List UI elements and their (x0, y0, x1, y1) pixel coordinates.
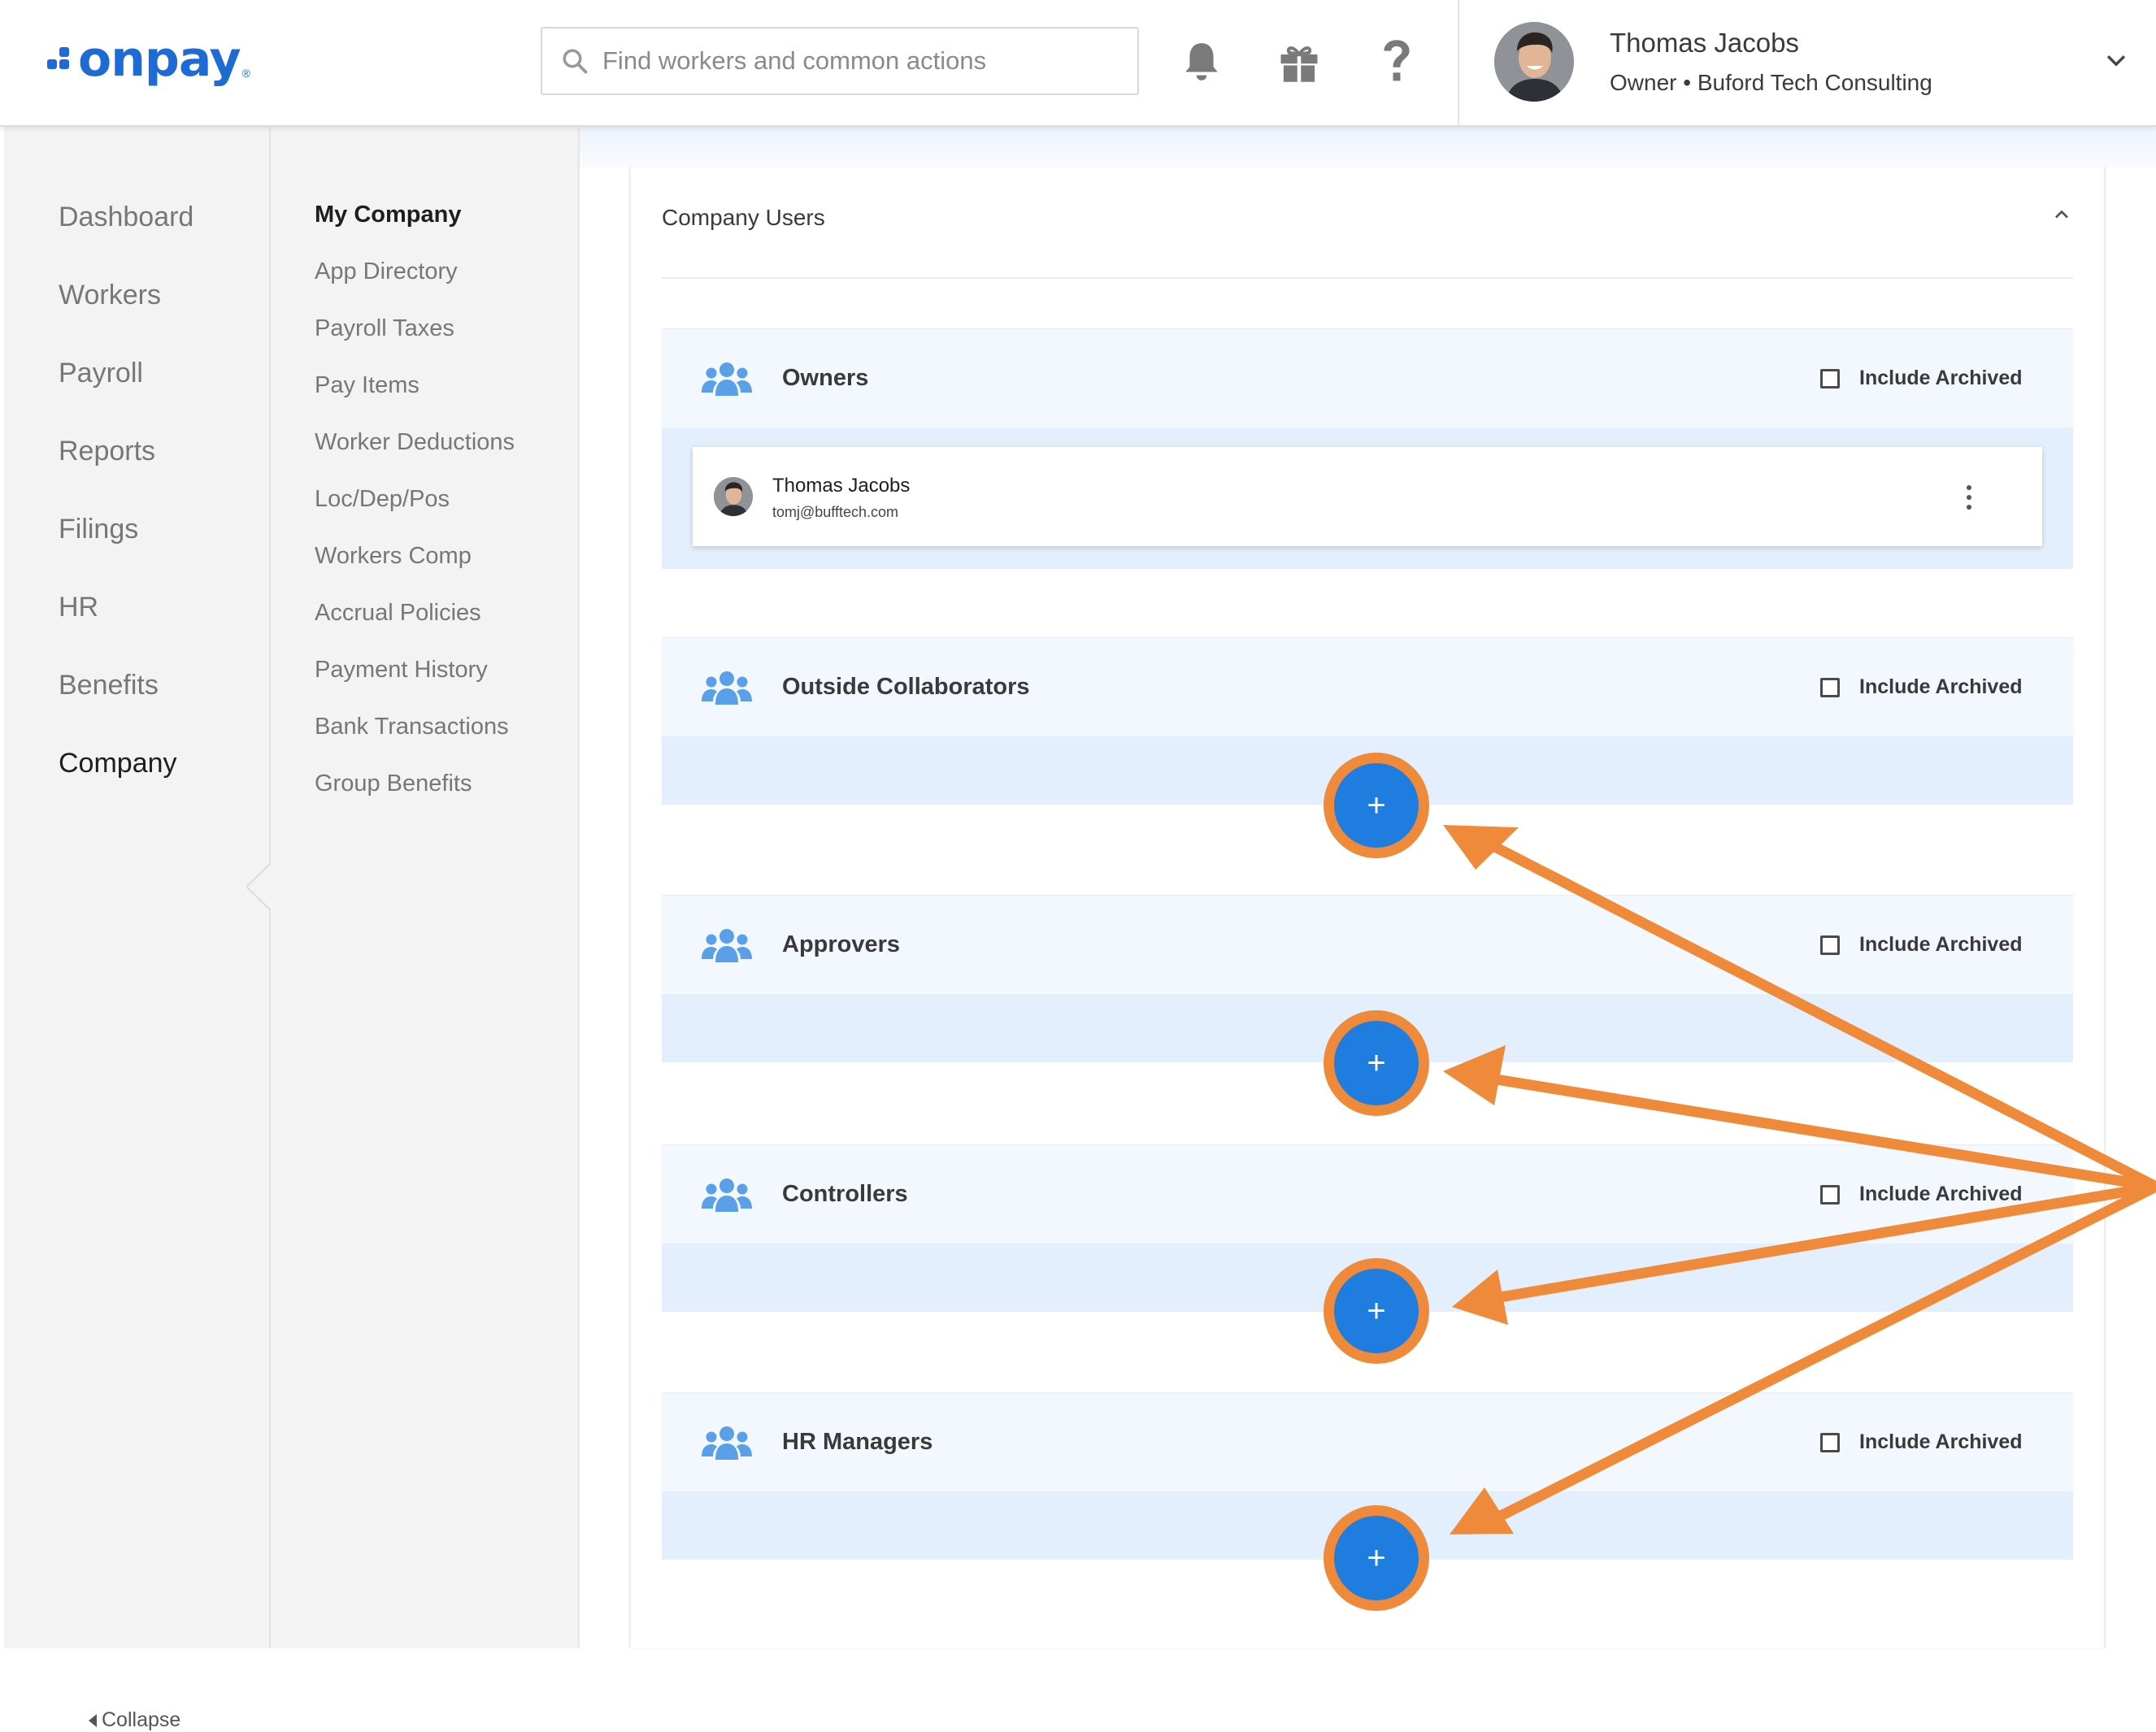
onpay-logo[interactable]: onpay ® (47, 31, 250, 88)
group-title: HR Managers (782, 1429, 933, 1455)
include-archived-toggle[interactable]: Include Archived (1820, 675, 2023, 699)
include-archived-label: Include Archived (1859, 1430, 2023, 1453)
subnav-item-payment-history[interactable]: Payment History (315, 657, 488, 684)
users-group-icon (702, 362, 752, 396)
subnav-item-accrual-policies[interactable]: Accrual Policies (315, 600, 481, 627)
user-card[interactable]: Thomas Jacobs tomj@bufftech.com (693, 447, 2042, 546)
panel-title: Company Users (662, 205, 825, 230)
user-photo-icon (714, 477, 753, 516)
include-archived-label: Include Archived (1859, 675, 2023, 698)
top-header: onpay ® Find workers and common actions … (0, 0, 2156, 127)
include-archived-toggle[interactable]: Include Archived (1820, 1183, 2023, 1206)
users-group-icon (702, 1426, 752, 1460)
header-divider (1458, 0, 1459, 125)
subnav-item-payroll-taxes[interactable]: Payroll Taxes (315, 315, 454, 342)
add-controller-button[interactable]: + (1324, 1258, 1429, 1364)
include-archived-label: Include Archived (1859, 1183, 2023, 1205)
nav-item-filings[interactable]: Filings (59, 514, 138, 545)
include-archived-toggle[interactable]: Include Archived (1820, 367, 2023, 390)
group-header: Controllers Include Archived (662, 1144, 2073, 1244)
user-photo-icon (1494, 22, 1574, 102)
group-header: HR Managers Include Archived (662, 1392, 2073, 1492)
add-hr-manager-button[interactable]: + (1324, 1505, 1429, 1611)
include-archived-checkbox[interactable] (1820, 677, 1840, 697)
help-button[interactable] (1371, 36, 1423, 88)
nav-item-company[interactable]: Company (59, 748, 177, 779)
subnav-item-loc-dep-pos[interactable]: Loc/Dep/Pos (315, 486, 450, 513)
nav-item-workers[interactable]: Workers (59, 280, 161, 311)
add-approver-button[interactable]: + (1324, 1010, 1429, 1116)
logo-wordmark: onpay (78, 31, 241, 88)
search-icon (563, 49, 588, 74)
company-users-panel: Company Users Owners Include Archived Th… (629, 167, 2106, 1648)
main-top-strip (580, 127, 2156, 167)
include-archived-label: Include Archived (1859, 933, 2023, 956)
registered-mark: ® (241, 67, 250, 80)
group-header: Owners Include Archived (662, 328, 2073, 428)
users-group-icon (702, 1179, 752, 1212)
subnav-item-workers-comp[interactable]: Workers Comp (315, 543, 472, 570)
primary-sidebar: Dashboard Workers Payroll Reports Filing… (4, 127, 276, 1731)
group-title: Controllers (782, 1181, 908, 1207)
include-archived-label: Include Archived (1859, 367, 2023, 389)
subnav-item-app-directory[interactable]: App Directory (315, 258, 458, 285)
nav-item-reports[interactable]: Reports (59, 436, 155, 467)
user-card-name: Thomas Jacobs (772, 475, 911, 497)
users-group-icon (702, 671, 752, 705)
nav-item-dashboard[interactable]: Dashboard (59, 202, 193, 233)
group-title: Owners (782, 365, 869, 391)
group-title: Approvers (782, 931, 901, 957)
include-archived-checkbox[interactable] (1820, 1432, 1840, 1452)
nav-item-benefits[interactable]: Benefits (59, 670, 159, 701)
panel-divider (662, 277, 2073, 279)
global-search[interactable] (541, 27, 1139, 95)
group-header: Approvers Include Archived (662, 895, 2073, 995)
include-archived-toggle[interactable]: Include Archived (1820, 1430, 2023, 1454)
user-card-email: tomj@bufftech.com (772, 504, 899, 520)
user-avatar[interactable] (1494, 22, 1574, 102)
add-outside-collaborator-button[interactable]: + (1324, 753, 1429, 858)
subnav-item-group-benefits[interactable]: Group Benefits (315, 771, 472, 797)
help-icon (1384, 40, 1410, 81)
user-card-avatar (714, 477, 753, 516)
chevron-down-icon[interactable] (2102, 47, 2130, 75)
collapse-sidebar-button[interactable]: Collapse (89, 1708, 180, 1732)
nav-item-payroll[interactable]: Payroll (59, 358, 143, 389)
rewards-button[interactable] (1273, 36, 1325, 88)
group-header: Outside Collaborators Include Archived (662, 637, 2073, 737)
include-archived-checkbox[interactable] (1820, 368, 1840, 389)
logo-mark (47, 43, 73, 76)
more-options-icon[interactable] (1961, 483, 1977, 512)
subnav-item-my-company[interactable]: My Company (315, 202, 461, 228)
user-name[interactable]: Thomas Jacobs (1610, 28, 1799, 59)
caret-left-icon (89, 1713, 97, 1727)
search-input[interactable] (601, 46, 1124, 76)
secondary-sidebar: My Company App Directory Payroll Taxes P… (271, 127, 580, 1648)
subnav-item-worker-deductions[interactable]: Worker Deductions (315, 429, 515, 456)
chevron-up-icon[interactable] (2050, 203, 2073, 226)
nav-item-hr[interactable]: HR (59, 592, 98, 623)
include-archived-checkbox[interactable] (1820, 935, 1840, 955)
collapse-label: Collapse (102, 1708, 181, 1731)
group-title: Outside Collaborators (782, 674, 1030, 700)
gift-icon (1280, 46, 1318, 82)
include-archived-checkbox[interactable] (1820, 1184, 1840, 1205)
notifications-button[interactable] (1176, 36, 1228, 88)
subnav-item-pay-items[interactable]: Pay Items (315, 372, 419, 399)
user-role: Owner • Buford Tech Consulting (1610, 70, 1932, 95)
bell-icon (1185, 43, 1218, 80)
users-group-icon (702, 929, 752, 962)
include-archived-toggle[interactable]: Include Archived (1820, 933, 2023, 957)
subnav-item-bank-transactions[interactable]: Bank Transactions (315, 714, 509, 740)
